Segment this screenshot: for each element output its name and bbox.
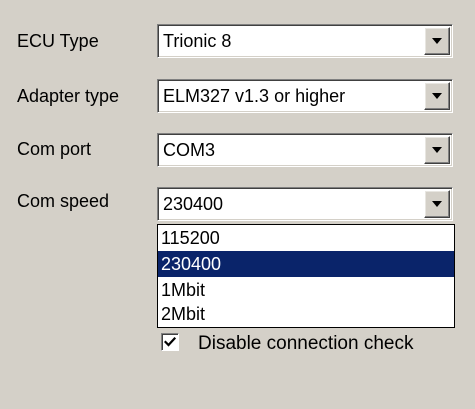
- adapter-type-dropdown-button[interactable]: [424, 82, 450, 110]
- chevron-down-icon: [432, 38, 442, 44]
- chevron-down-icon: [432, 201, 442, 207]
- com-speed-dropdown-button[interactable]: [424, 190, 450, 218]
- ecu-type-combobox[interactable]: Trionic 8: [157, 24, 453, 58]
- com-speed-option-2mbit[interactable]: 2Mbit: [158, 301, 454, 327]
- com-speed-option-1mbit[interactable]: 1Mbit: [158, 277, 454, 303]
- adapter-type-value: ELM327 v1.3 or higher: [163, 86, 346, 106]
- com-speed-dropdown-list[interactable]: 115200 230400 1Mbit 2Mbit: [157, 224, 455, 328]
- ecu-type-label: ECU Type: [17, 31, 99, 51]
- com-speed-label: Com speed: [17, 191, 110, 211]
- com-port-combobox[interactable]: COM3: [157, 133, 453, 167]
- checkmark-icon: [164, 336, 176, 347]
- disable-connection-check-checkbox[interactable]: [161, 333, 179, 351]
- com-speed-value: 230400: [163, 194, 224, 214]
- disable-connection-check-label[interactable]: Disable connection check: [198, 333, 413, 355]
- com-port-label: Com port: [17, 139, 92, 159]
- adapter-type-combobox[interactable]: ELM327 v1.3 or higher: [157, 79, 453, 113]
- ecu-type-dropdown-button[interactable]: [424, 27, 450, 55]
- com-speed-option-115200[interactable]: 115200: [158, 225, 454, 251]
- ecu-type-value: Trionic 8: [163, 31, 232, 51]
- com-port-value: COM3: [163, 140, 216, 160]
- com-speed-option-230400[interactable]: 230400: [158, 251, 454, 277]
- com-port-dropdown-button[interactable]: [424, 136, 450, 164]
- com-speed-combobox[interactable]: 230400: [157, 187, 453, 221]
- adapter-type-label: Adapter type: [17, 86, 120, 106]
- chevron-down-icon: [432, 93, 442, 99]
- chevron-down-icon: [432, 147, 442, 153]
